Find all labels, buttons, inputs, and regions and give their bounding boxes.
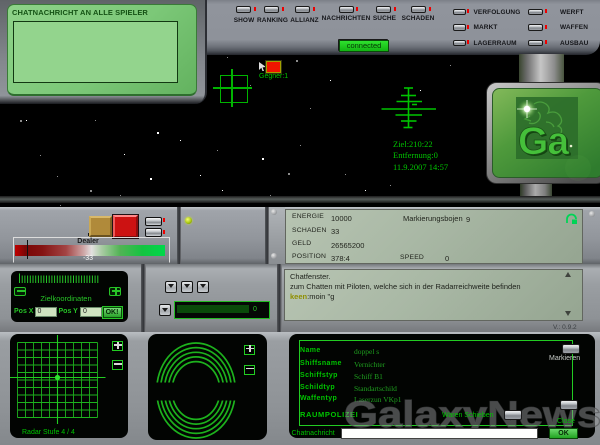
svg-text:Ga: Ga (518, 120, 569, 163)
